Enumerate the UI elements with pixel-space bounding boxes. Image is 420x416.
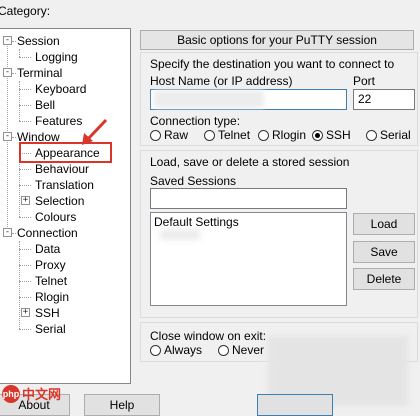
delete-button[interactable]: Delete	[353, 268, 415, 290]
tree-item-colours[interactable]: Colours	[35, 210, 76, 224]
saved-sessions-label: Saved Sessions	[150, 174, 237, 188]
tree-item-proxy[interactable]: Proxy	[35, 258, 66, 272]
radio-indicator	[312, 129, 323, 141]
list-item[interactable]: Default Settings	[154, 215, 239, 229]
host-label: Host Name (or IP address)	[150, 74, 293, 88]
tree-item-data[interactable]: Data	[35, 242, 60, 256]
tree-expander-icon[interactable]: +	[21, 196, 30, 205]
watermark-logo-icon: php	[2, 384, 20, 403]
tree-item-telnet[interactable]: Telnet	[35, 274, 67, 288]
saved-sessions-input[interactable]	[150, 188, 347, 209]
tree-item-behaviour[interactable]: Behaviour	[35, 162, 89, 176]
conn-radio-raw[interactable]: Raw	[150, 128, 188, 142]
tree-item-logging[interactable]: Logging	[35, 50, 78, 64]
category-tree[interactable]: - Session Logging - Terminal Keyboard Bell Feat…	[0, 28, 131, 384]
watermark: php 中文网	[2, 384, 61, 403]
category-label: Category:	[0, 4, 51, 18]
tree-expander-icon[interactable]: -	[3, 36, 12, 45]
tree-item-bell[interactable]: Bell	[35, 98, 55, 112]
tree-item-terminal[interactable]: Terminal	[17, 66, 62, 80]
radio-indicator	[218, 344, 229, 356]
radio-indicator	[150, 344, 161, 356]
destination-label: Specify the destination you want to conn…	[150, 57, 395, 71]
tree-expander-icon[interactable]: -	[3, 228, 12, 237]
tree-expander-icon[interactable]: -	[3, 132, 12, 141]
host-redaction	[154, 90, 264, 108]
radio-indicator	[204, 129, 215, 141]
tree-expander-icon[interactable]: +	[21, 308, 30, 317]
sessions-group-label: Load, save or delete a stored session	[150, 155, 350, 169]
tree-item-rlogin[interactable]: Rlogin	[35, 290, 69, 304]
help-button[interactable]: Help	[84, 394, 160, 416]
tree-item-features[interactable]: Features	[35, 114, 82, 128]
radio-indicator	[150, 129, 161, 141]
panel-header: Basic options for your PuTTY session	[140, 30, 414, 50]
radio-indicator	[366, 129, 377, 141]
tree-item-translation[interactable]: Translation	[35, 178, 94, 192]
tree-item-keyboard[interactable]: Keyboard	[35, 82, 86, 96]
watermark-text: 中文网	[22, 387, 62, 402]
conn-radio-telnet[interactable]: Telnet	[204, 128, 250, 142]
tree-item-session[interactable]: Session	[17, 34, 60, 48]
load-button[interactable]: Load	[353, 213, 415, 235]
list-redaction	[160, 229, 200, 240]
conn-radio-rlogin[interactable]: Rlogin	[258, 128, 306, 142]
tree-item-selection[interactable]: Selection	[35, 194, 84, 208]
sessions-listbox[interactable]: Default Settings	[150, 212, 347, 306]
conn-radio-serial[interactable]: Serial	[366, 128, 411, 142]
tree-item-serial[interactable]: Serial	[35, 322, 66, 336]
port-label: Port	[353, 74, 376, 88]
connection-type-label: Connection type:	[150, 114, 241, 128]
port-input[interactable]: 22	[353, 89, 415, 110]
close-radio-always[interactable]: Always	[150, 343, 202, 357]
close-radio-never[interactable]: Never	[218, 343, 264, 357]
tree-expander-icon[interactable]: -	[3, 68, 12, 77]
open-button[interactable]	[257, 394, 333, 416]
radio-indicator	[258, 129, 269, 141]
save-button[interactable]: Save	[353, 241, 415, 263]
conn-radio-ssh[interactable]: SSH	[312, 128, 351, 142]
tree-item-connection[interactable]: Connection	[17, 226, 78, 240]
annotation-arrow-icon	[82, 118, 108, 145]
tree-item-ssh[interactable]: SSH	[35, 306, 60, 320]
close-window-label: Close window on exit:	[150, 329, 267, 343]
